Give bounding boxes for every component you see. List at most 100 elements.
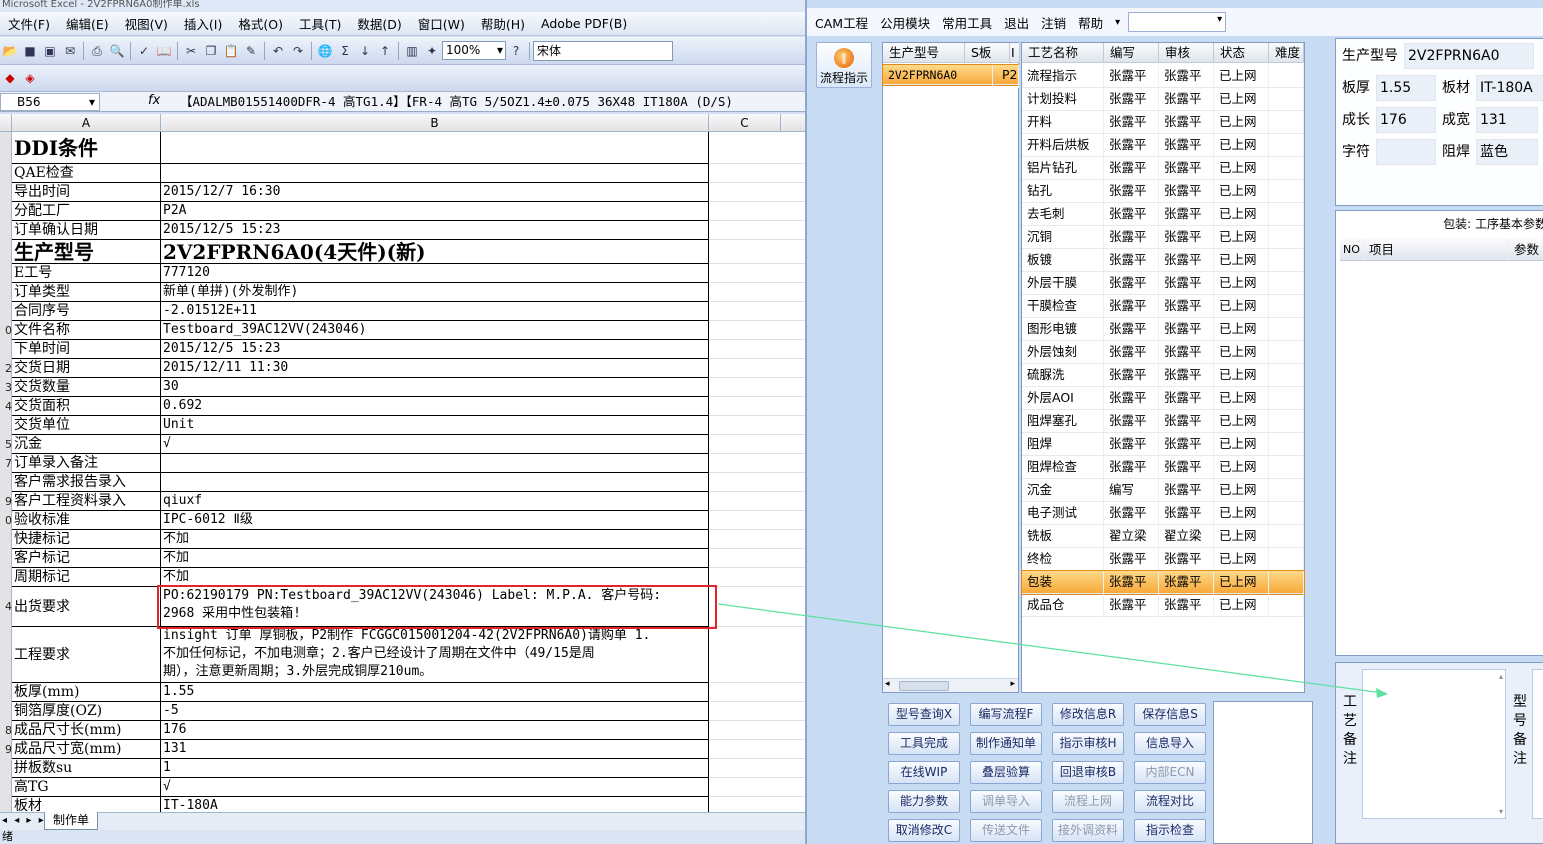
value-material[interactable]: IT-180A <box>1476 75 1543 101</box>
row-number[interactable]: 2 <box>0 359 12 378</box>
sheet-tab-zhizuodan[interactable]: 制作单 <box>44 812 99 830</box>
cell-value[interactable]: 2V2FPRN6A0(4天件)(新) <box>161 240 709 264</box>
cell-value[interactable] <box>161 473 709 492</box>
redo-icon[interactable]: ↷ <box>290 43 306 59</box>
cell-c[interactable] <box>709 549 805 568</box>
menu-edit[interactable]: 编辑(E) <box>58 14 117 33</box>
chevron-down-icon[interactable]: ▾ <box>1115 17 1120 28</box>
cell-label[interactable]: 合同序号 <box>12 302 161 321</box>
cell-label[interactable]: 出货要求 <box>12 587 161 627</box>
cell-label[interactable]: 分配工厂 <box>12 202 161 221</box>
menu-insert[interactable]: 插入(I) <box>176 14 230 33</box>
autosum-icon[interactable]: Σ <box>337 43 353 59</box>
horizontal-scrollbar[interactable]: ◂ ▸ <box>883 678 1018 692</box>
menu-adobe-pdf[interactable]: Adobe PDF(B) <box>533 16 635 31</box>
cell-label[interactable]: 客户需求报告录入 <box>12 473 161 492</box>
cell-value[interactable]: -5 <box>161 702 709 721</box>
cell-value[interactable]: P2A <box>161 202 709 221</box>
cell-c[interactable] <box>709 473 805 492</box>
cell-label[interactable]: 导出时间 <box>12 183 161 202</box>
cell-c[interactable] <box>709 435 805 454</box>
cell-c[interactable] <box>709 511 805 530</box>
scroll-down-icon[interactable]: ▾ <box>1499 807 1503 816</box>
cell-label[interactable]: 文件名称 <box>12 321 161 340</box>
row-number[interactable]: 9 <box>0 492 12 511</box>
process-row[interactable]: 沉铜 张露平 张露平 已上网 <box>1022 226 1304 249</box>
cam-combo-box[interactable] <box>1128 12 1227 32</box>
cell-c[interactable] <box>709 587 805 627</box>
process-row[interactable]: 计划投料 张露平 张露平 已上网 <box>1022 88 1304 111</box>
menu-file[interactable]: 文件(F) <box>0 14 58 33</box>
cell-value[interactable]: 0.692 <box>161 397 709 416</box>
permission-icon[interactable]: ▣ <box>42 43 58 59</box>
cell-value[interactable]: 不加 <box>161 549 709 568</box>
cell-value[interactable]: -2.01512E+11 <box>161 302 709 321</box>
cell-value[interactable]: √ <box>161 435 709 454</box>
row-number[interactable] <box>0 416 12 435</box>
action-button[interactable]: 流程上网 <box>1052 790 1124 813</box>
cell-label[interactable]: 客户工程资料录入 <box>12 492 161 511</box>
value-legend[interactable] <box>1376 139 1436 165</box>
cell-label[interactable]: 快捷标记 <box>12 530 161 549</box>
process-row[interactable]: 铝片钻孔 张露平 张露平 已上网 <box>1022 157 1304 180</box>
menu-window[interactable]: 窗口(W) <box>410 14 473 33</box>
process-row[interactable]: 铣板 翟立梁 翟立梁 已上网 <box>1022 525 1304 548</box>
cell-label[interactable]: 客户标记 <box>12 549 161 568</box>
cell-value[interactable] <box>161 164 709 183</box>
cell-c[interactable] <box>709 454 805 473</box>
print-preview-icon[interactable]: 🔍 <box>109 43 125 59</box>
scroll-right-icon[interactable]: ▸ <box>1010 679 1015 689</box>
cell-value[interactable]: IT-180A <box>161 797 709 812</box>
process-row[interactable]: 终检 张露平 张露平 已上网 <box>1022 548 1304 571</box>
row-number[interactable]: 5 <box>0 435 12 454</box>
cell-value[interactable]: 131 <box>161 740 709 759</box>
col-param[interactable]: 参数 <box>1509 239 1543 262</box>
cell-c[interactable] <box>709 240 805 264</box>
row-number[interactable] <box>0 530 12 549</box>
process-row[interactable]: 开料后烘板 张露平 张露平 已上网 <box>1022 134 1304 157</box>
column-header-c[interactable]: C <box>709 114 781 132</box>
row-number[interactable]: 8 <box>0 721 12 740</box>
process-row[interactable]: 硫脲洗 张露平 张露平 已上网 <box>1022 364 1304 387</box>
cell-c[interactable] <box>709 283 805 302</box>
action-button[interactable]: 叠层验算 <box>970 761 1042 784</box>
cell-value[interactable]: √ <box>161 778 709 797</box>
cell-value[interactable]: 2015/12/5 15:23 <box>161 221 709 240</box>
cell-value[interactable] <box>161 454 709 473</box>
cell-value[interactable]: 2015/12/7 16:30 <box>161 183 709 202</box>
cell-c[interactable] <box>709 321 805 340</box>
menu-help-cam[interactable]: 帮助 <box>1078 13 1103 32</box>
cell-label[interactable]: 沉金 <box>12 435 161 454</box>
col-status[interactable]: 状态 <box>1214 43 1269 63</box>
cell-label[interactable]: 交货单位 <box>12 416 161 435</box>
action-button[interactable]: 指示检查 <box>1134 819 1206 842</box>
cell-label[interactable]: 拼板数su <box>12 759 161 778</box>
row-number[interactable] <box>0 473 12 492</box>
row-number[interactable]: 0 <box>0 321 12 340</box>
action-button[interactable]: 保存信息S <box>1134 703 1206 726</box>
col-writer[interactable]: 编写 <box>1104 43 1159 63</box>
process-remark-field[interactable]: ▴ ▾ <box>1362 669 1506 819</box>
row-number[interactable]: 3 <box>0 378 12 397</box>
row-number[interactable] <box>0 549 12 568</box>
sort-desc-icon[interactable]: ↑ <box>377 43 393 59</box>
cell-label[interactable]: 成品尺寸长(mm) <box>12 721 161 740</box>
cell-c[interactable] <box>709 778 805 797</box>
process-row[interactable]: 图形电镀 张露平 张露平 已上网 <box>1022 318 1304 341</box>
cell-label[interactable]: 订单确认日期 <box>12 221 161 240</box>
cell-label[interactable]: 交货面积 <box>12 397 161 416</box>
process-row[interactable]: 成品仓 张露平 张露平 已上网 <box>1022 594 1304 617</box>
col-i[interactable]: I <box>1010 43 1020 63</box>
cell-c[interactable] <box>709 702 805 721</box>
scroll-thumb[interactable] <box>899 681 949 691</box>
cell-label[interactable]: 生产型号 <box>12 240 161 264</box>
cell-label[interactable]: DDI条件 <box>12 132 161 164</box>
cell-value[interactable]: 176 <box>161 721 709 740</box>
action-button[interactable]: 接外调资料 <box>1052 819 1124 842</box>
row-number[interactable] <box>0 759 12 778</box>
cell-c[interactable] <box>709 164 805 183</box>
action-button[interactable]: 内部ECN <box>1134 761 1206 784</box>
spelling-icon[interactable]: ✓ <box>136 43 152 59</box>
row-number[interactable] <box>0 132 12 164</box>
model-row[interactable]: 2V2FPRN6A0 P2 <box>882 64 1019 88</box>
